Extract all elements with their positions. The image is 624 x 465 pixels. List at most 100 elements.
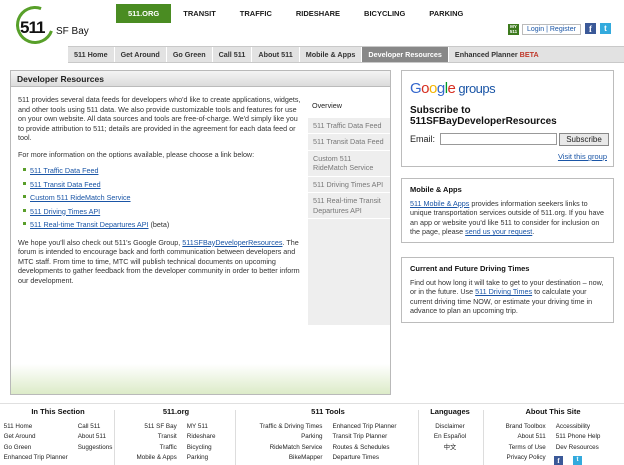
- footer-languages: Languages Disclaimer En Español 中文: [420, 407, 480, 453]
- link-ridematch-service[interactable]: Custom 511 RideMatch Service: [30, 193, 131, 202]
- logo-region: SF Bay: [56, 26, 89, 37]
- side-menu: Overview 511 Traffic Data Feed 511 Trans…: [307, 95, 390, 325]
- footer-heading: About This Site: [525, 407, 581, 416]
- secnav-enhanced-planner-label: Enhanced Planner: [454, 50, 518, 59]
- secnav-call-511[interactable]: Call 511: [213, 47, 253, 62]
- secnav-get-around[interactable]: Get Around: [115, 47, 167, 62]
- secnav-mobile-apps[interactable]: Mobile & Apps: [300, 47, 363, 62]
- site-logo[interactable]: 511 SF Bay: [9, 0, 89, 51]
- topnav-rideshare[interactable]: RIDESHARE: [283, 4, 353, 23]
- footer-link[interactable]: Routes & Schedules: [332, 443, 396, 453]
- footer-link[interactable]: 中文: [434, 443, 466, 453]
- topnav-511org[interactable]: 511.ORG: [116, 4, 172, 23]
- footer-link[interactable]: Suggestions: [78, 443, 113, 453]
- send-request-link[interactable]: send us your request: [465, 227, 532, 236]
- footer-link[interactable]: Enhanced Trip Planner: [4, 453, 68, 463]
- footer-link[interactable]: 511 Phone Help: [556, 432, 601, 442]
- link-traffic-data-feed[interactable]: 511 Traffic Data Feed: [30, 166, 98, 175]
- subscribe-button[interactable]: Subscribe: [559, 133, 609, 146]
- footer-link[interactable]: 511 SF Bay: [137, 422, 176, 432]
- footer-divider: [418, 410, 419, 465]
- secnav-about-511[interactable]: About 511: [252, 47, 300, 62]
- login-register-box: Login | Register: [522, 23, 581, 35]
- footer-link[interactable]: RideMatch Service: [259, 443, 323, 453]
- panel-body: 511 provides several data feeds for deve…: [18, 95, 301, 292]
- footer-twitter-icon[interactable]: t: [573, 456, 582, 465]
- twitter-icon[interactable]: t: [600, 23, 611, 34]
- driving-times-text: Find out how long it will take to get to…: [410, 278, 605, 316]
- link-transit-data-feed[interactable]: 511 Transit Data Feed: [30, 180, 101, 189]
- footer-link[interactable]: Brand Toolbox: [506, 422, 546, 432]
- footer-link[interactable]: About 511: [506, 432, 545, 442]
- footer-link[interactable]: 511 Home: [4, 422, 68, 432]
- topnav-transit[interactable]: TRANSIT: [171, 4, 228, 23]
- footer-link[interactable]: Bicycling: [187, 443, 216, 453]
- side-item-transit-feed[interactable]: 511 Transit Data Feed: [308, 134, 390, 151]
- footer-link[interactable]: Traffic: [137, 443, 177, 453]
- footer-divider: [235, 410, 236, 465]
- secnav-developer-resources[interactable]: Developer Resources: [362, 47, 449, 62]
- footer-link[interactable]: Parking: [187, 453, 216, 463]
- footer-link[interactable]: Transit: [137, 432, 177, 442]
- driving-times-link[interactable]: 511 Driving Times: [475, 287, 532, 296]
- facebook-icon[interactable]: f: [585, 23, 596, 34]
- footer-about-site: About This Site Brand Toolbox About 511 …: [488, 407, 618, 463]
- footer-511-tools: 511 Tools Traffic & Driving Times Parkin…: [243, 407, 413, 463]
- footer-link[interactable]: Parking: [259, 432, 322, 442]
- footer-link[interactable]: Go Green: [4, 443, 68, 453]
- secnav-511-home[interactable]: 511 Home: [68, 47, 115, 62]
- secnav-go-green[interactable]: Go Green: [167, 47, 213, 62]
- footer-link[interactable]: Mobile & Apps: [137, 453, 177, 463]
- footer-link[interactable]: Transit Trip Planner: [332, 432, 396, 442]
- footer-link[interactable]: En Español: [434, 432, 466, 442]
- google-groups-logo: Google groups: [410, 80, 496, 97]
- footer-link[interactable]: About 511: [78, 432, 113, 442]
- topnav-traffic[interactable]: TRAFFIC: [227, 4, 284, 23]
- google-brand: Google: [410, 80, 456, 97]
- email-input[interactable]: [440, 133, 557, 145]
- footer-facebook-icon[interactable]: f: [554, 456, 563, 465]
- developer-resources-panel: Developer Resources 511 provides several…: [10, 70, 391, 395]
- link-transit-departures-api[interactable]: 511 Real-time Transit Departures API: [30, 220, 149, 229]
- driving-times-box: Current and Future Driving Times Find ou…: [401, 257, 614, 323]
- footer-this-section: In This Section 511 Home Get Around Go G…: [4, 407, 113, 463]
- footer-link[interactable]: Dev Resources: [556, 443, 601, 453]
- topnav-parking[interactable]: PARKING: [417, 4, 476, 23]
- topnav-bicycling[interactable]: BICYCLING: [352, 4, 418, 23]
- side-item-overview[interactable]: Overview: [307, 95, 390, 118]
- footer-link[interactable]: Accessibility: [556, 422, 601, 432]
- link-driving-times-api[interactable]: 511 Driving Times API: [30, 207, 100, 216]
- footer-link[interactable]: Terms of Use: [506, 443, 546, 453]
- google-group-link[interactable]: 511SFBayDeveloperResources: [182, 238, 282, 247]
- footer-link[interactable]: Disclaimer: [434, 422, 466, 432]
- visit-group-link[interactable]: Visit this group: [558, 152, 607, 161]
- footer-heading: 511.org: [162, 407, 190, 416]
- register-link[interactable]: Register: [550, 26, 576, 33]
- beta-suffix: (beta): [150, 220, 170, 229]
- logo-number: 511: [20, 18, 45, 37]
- driving-times-title: Current and Future Driving Times: [410, 264, 530, 273]
- mobile-apps-box: Mobile & Apps 511 Mobile & Apps provides…: [401, 178, 614, 243]
- secnav-enhanced-planner[interactable]: Enhanced Planner BETA: [449, 47, 545, 62]
- my511-badge-icon: MY 511: [508, 23, 519, 35]
- mobile-apps-title: Mobile & Apps: [410, 185, 462, 194]
- footer-link[interactable]: Departure Times: [332, 453, 396, 463]
- side-item-traffic-feed[interactable]: 511 Traffic Data Feed: [308, 118, 390, 134]
- footer-link[interactable]: Get Around: [4, 432, 68, 442]
- top-navigation: 511.ORG TRANSIT TRAFFIC RIDESHARE BICYCL…: [116, 4, 476, 23]
- footer-link[interactable]: Rideshare: [187, 432, 216, 442]
- footer-511org: 511.org 511 SF Bay Transit Traffic Mobil…: [126, 407, 226, 463]
- login-link[interactable]: Login: [527, 26, 544, 33]
- footer-link[interactable]: Traffic & Driving Times: [259, 422, 322, 432]
- footer-link[interactable]: BikeMapper: [259, 453, 323, 463]
- footer-link[interactable]: Enhanced Trip Planner: [332, 422, 396, 432]
- side-item-transit-departures[interactable]: 511 Real-time Transit Departures API: [308, 193, 390, 219]
- footer-link[interactable]: Privacy Policy: [506, 453, 546, 463]
- panel-title: Developer Resources: [11, 71, 390, 87]
- side-item-ridematch[interactable]: Custom 511 RideMatch Service: [308, 151, 390, 177]
- footer-link[interactable]: MY 511: [187, 422, 216, 432]
- side-item-driving-times[interactable]: 511 Driving Times API: [308, 177, 390, 193]
- google-groups-box: Google groups Subscribe to 511SFBayDevelo…: [401, 70, 614, 167]
- footer-link[interactable]: Call 511: [78, 422, 113, 432]
- mobile-apps-link[interactable]: 511 Mobile & Apps: [410, 199, 469, 208]
